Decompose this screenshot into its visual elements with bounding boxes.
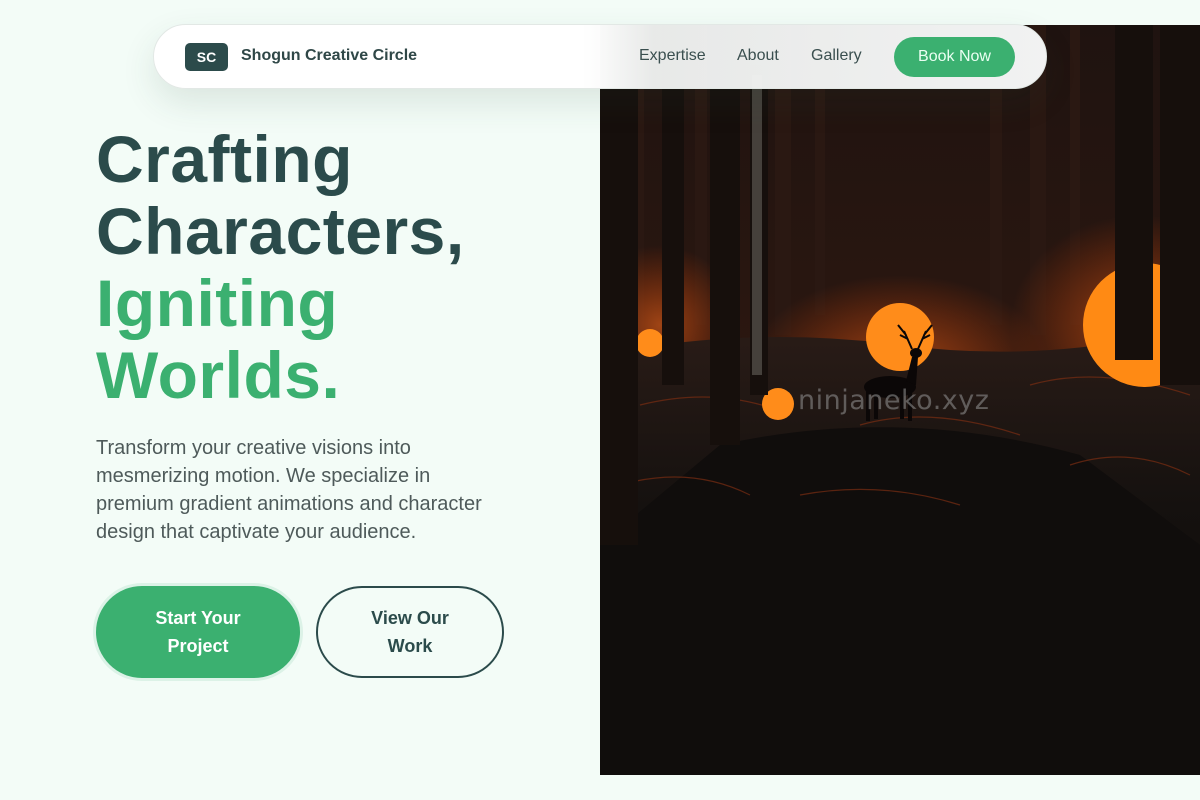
headline-line-1: Crafting bbox=[96, 122, 353, 196]
nav-link-about[interactable]: About bbox=[737, 47, 779, 65]
nav-link-expertise[interactable]: Expertise bbox=[639, 47, 706, 65]
headline-line-2: Characters, bbox=[96, 194, 465, 268]
image-watermark: ninjaneko.xyz bbox=[798, 385, 990, 416]
start-project-button[interactable]: Start Your Project bbox=[96, 586, 300, 678]
brand-name[interactable]: Shogun Creative Circle bbox=[241, 47, 417, 65]
hero-headline: Crafting Characters, Igniting Worlds. bbox=[96, 123, 465, 411]
view-work-label: View Our Work bbox=[371, 608, 449, 656]
logo-badge[interactable]: SC bbox=[185, 43, 228, 71]
book-now-button[interactable]: Book Now bbox=[894, 37, 1015, 77]
headline-line-3: Igniting bbox=[96, 266, 339, 340]
hero-forest-image: ninjaneko.xyz bbox=[600, 25, 1200, 775]
start-project-label: Start Your Project bbox=[155, 608, 241, 656]
top-navbar: SC Shogun Creative Circle Expertise Abou… bbox=[153, 24, 1047, 89]
nav-link-gallery[interactable]: Gallery bbox=[811, 47, 862, 65]
headline-line-4: Worlds. bbox=[96, 338, 341, 412]
hero-description: Transform your creative visions into mes… bbox=[96, 437, 482, 543]
view-work-button[interactable]: View Our Work bbox=[316, 586, 504, 678]
